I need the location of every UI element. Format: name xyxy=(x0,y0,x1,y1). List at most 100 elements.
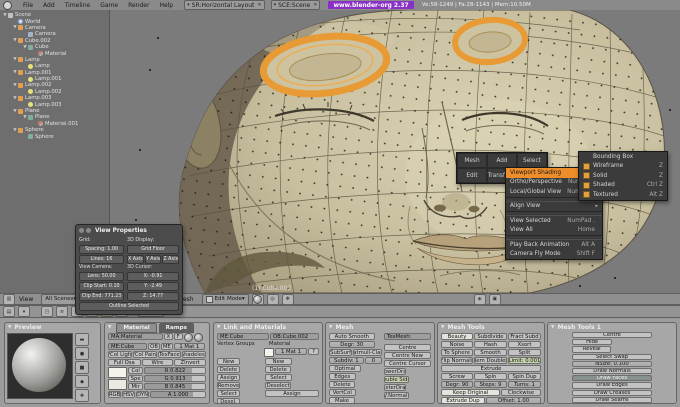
scene-select[interactable]: ▾ SCE:Scene ✕ xyxy=(270,0,321,10)
panel-collapse-icon[interactable]: ▼ xyxy=(217,325,220,330)
color-channel-button[interactable]: Mir xyxy=(128,383,143,390)
view-menu-item[interactable]: Camera Fly Mode Shift F xyxy=(506,250,602,260)
material-slot-button[interactable]: Select xyxy=(264,374,292,381)
close-icon[interactable] xyxy=(86,228,91,233)
axis-toggle[interactable]: Z Axis xyxy=(162,255,180,264)
window-type-icon[interactable]: ▥ xyxy=(3,293,15,305)
mesh-tool-button[interactable]: Split xyxy=(508,349,541,356)
panel-collapse-icon[interactable]: ▼ xyxy=(441,325,444,330)
mesh-tool-button[interactable]: Limit: 0.001 xyxy=(508,357,541,364)
shading-menu-item[interactable]: Wireframe Z xyxy=(579,162,667,172)
grid-spacing-field[interactable]: Spacing: 1.00 xyxy=(79,245,125,254)
mesh-tool-button[interactable]: Keep Original xyxy=(441,389,500,396)
tab-ramps[interactable]: Ramps xyxy=(158,323,194,333)
mesh-tool-1-button[interactable]: Draw Creases xyxy=(572,389,652,396)
material-slot-button[interactable]: Deselect xyxy=(264,382,292,389)
auto-smooth-toggle[interactable]: Auto Smooth xyxy=(329,333,375,340)
subdiv-field[interactable]: Subdiv: 1 xyxy=(329,357,364,364)
me-link-button[interactable]: ME xyxy=(160,343,173,350)
color-mode-button[interactable]: DYN xyxy=(136,391,150,398)
material-color-swatch[interactable] xyxy=(263,348,274,357)
panel-collapse-icon[interactable]: ▼ xyxy=(108,325,111,330)
mesh-tool-button[interactable]: Offset: 1.00 xyxy=(486,397,541,403)
pivot-icon[interactable]: ◎ xyxy=(266,293,279,305)
color-slider[interactable]: R 0.822 xyxy=(143,367,206,374)
color-mode-button[interactable]: HSV xyxy=(122,391,136,398)
color-slider[interactable]: G 0.913 xyxy=(143,375,206,382)
grid-floor-toggle[interactable]: Grid Floor xyxy=(127,245,179,254)
material-index-field[interactable]: 1 Mat 1 xyxy=(173,343,206,350)
view-menu-item[interactable]: Align View ▸ xyxy=(506,202,602,212)
mesh-draw-toggle[interactable]: SlowerDraw xyxy=(384,368,406,375)
centre-button[interactable]: Centre Cursor xyxy=(384,360,431,367)
mesh-datablock-field[interactable]: ME:Cube xyxy=(217,333,270,340)
mesh-tool-button[interactable]: Xsort xyxy=(508,341,541,348)
color-channel-button[interactable]: Spe xyxy=(128,375,143,382)
mesh-tool-1-button[interactable]: NSize: 0.100 xyxy=(572,360,652,367)
cursor-y-field[interactable]: Y: -2.49 xyxy=(127,282,179,291)
ob-link-button[interactable]: OB xyxy=(148,343,160,350)
mesh-tool-button[interactable]: Rem Doubles xyxy=(474,357,507,364)
top-menu-item[interactable]: File xyxy=(18,2,38,9)
shading-menu-item[interactable]: Bounding Box xyxy=(579,152,667,162)
mesh-data-button[interactable]: VertCol xyxy=(329,389,356,396)
preview-flat-icon[interactable]: ▬ xyxy=(75,333,89,346)
cursor-x-field[interactable]: X: -0.91 xyxy=(127,272,179,281)
script-buttons-icon[interactable]: ≡ xyxy=(56,306,68,317)
axis-toggle[interactable]: Y Axis xyxy=(144,255,162,264)
tab-material[interactable]: Material xyxy=(116,323,157,333)
material-toggle[interactable]: TexFace xyxy=(157,351,182,358)
render-preview-icon[interactable]: ▣ xyxy=(488,293,501,305)
preview-monkey-icon[interactable]: ◆ xyxy=(75,375,89,388)
vertex-group-button[interactable]: Remove xyxy=(217,382,240,389)
centre-button[interactable]: Centre New xyxy=(384,352,431,359)
blender-logo-icon[interactable] xyxy=(3,0,12,10)
material-toggle[interactable]: Shadeless xyxy=(182,351,206,358)
logic-buttons-icon[interactable]: ◳ xyxy=(41,306,53,317)
color-slider[interactable]: B 0.845 xyxy=(143,383,206,390)
mesh-tool-button[interactable]: Flip Normals xyxy=(441,357,473,364)
toolbox-menu-item[interactable]: Mesh xyxy=(457,153,487,168)
mesh-tool-1-button[interactable]: Reveal xyxy=(572,346,612,353)
vertex-group-button[interactable]: New xyxy=(217,358,241,365)
diffuse-color-swatch[interactable] xyxy=(108,367,128,378)
window-type-icon[interactable]: ▤ xyxy=(3,306,15,317)
clip-end-field[interactable]: Clip End: 771.23 xyxy=(79,292,125,301)
mesh-tool-button[interactable]: To Sphere xyxy=(441,349,473,356)
material-toggle[interactable]: VCol Paint xyxy=(132,351,157,358)
mesh-tool-button[interactable]: Clockwise xyxy=(501,389,541,396)
view-menu-item[interactable]: Play Back Animation Alt A xyxy=(506,240,602,250)
shading-menu-item[interactable]: Solid Z xyxy=(579,171,667,181)
draw-mode-icon[interactable] xyxy=(251,293,264,305)
pin-icon[interactable] xyxy=(193,333,203,342)
screen-layout-select[interactable]: ▾ SR:Horizontal Layout ✕ xyxy=(184,0,265,10)
panels-menu-icon[interactable]: ▾ xyxy=(18,306,30,317)
view-menu-item[interactable]: View Selected NumPad . xyxy=(506,216,602,226)
alpha-slider[interactable]: A 1.000 xyxy=(150,391,206,398)
grid-lines-field[interactable]: Lines: 16 xyxy=(79,255,125,264)
panel-collapse-icon[interactable]: ▼ xyxy=(8,325,11,330)
view-menu-item[interactable]: View All Home xyxy=(506,226,602,236)
mesh-draw-toggle[interactable]: No V.Normal Flip xyxy=(384,392,409,399)
shading-menu-item[interactable]: Textured Alt Z xyxy=(579,190,667,200)
manipulator-icon[interactable]: ✥ xyxy=(281,293,294,305)
mesh-tool-1-button[interactable]: Centre xyxy=(572,332,652,339)
mesh-tool-button[interactable]: Degr: 90 xyxy=(441,381,473,388)
material-query-button[interactable]: ? xyxy=(307,348,320,355)
panel-collapse-icon[interactable]: ▼ xyxy=(329,325,332,330)
mesh-tool-button[interactable]: Extrude xyxy=(441,365,541,372)
mesh-tool-button[interactable]: Spin xyxy=(474,373,507,380)
outliner-item[interactable]: Sphere xyxy=(0,133,109,140)
material-slot-button[interactable]: Assign xyxy=(264,390,319,397)
snap-icon[interactable]: ◈ xyxy=(473,293,486,305)
preview-cube-icon[interactable]: ■ xyxy=(75,361,89,374)
degr-field[interactable]: Degr: 30 xyxy=(329,341,375,348)
preview-hair-icon[interactable]: ✚ xyxy=(75,389,89,402)
mesh-draw-toggle[interactable]: Double Sided xyxy=(384,376,409,383)
mesh-tool-button[interactable]: Extrude Dup xyxy=(441,397,485,403)
mesh-tool-button[interactable]: Fract Subd xyxy=(508,333,541,340)
mesh-tool-button[interactable]: Smooth xyxy=(474,349,507,356)
material-slot-button[interactable]: New xyxy=(264,358,292,365)
toolbox-menu-item[interactable]: Select xyxy=(517,153,547,168)
mesh-tool-button[interactable]: Subdivide xyxy=(474,333,507,340)
